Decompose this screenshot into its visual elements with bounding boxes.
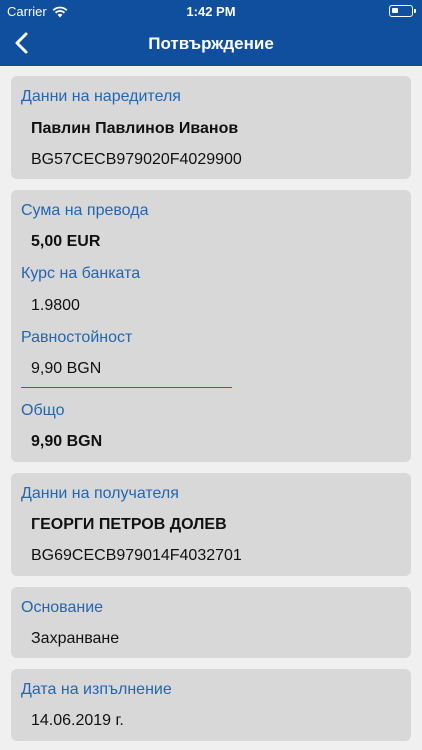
execution-date-label: Дата на изпълнение [21, 681, 172, 698]
rate-value: 1.9800 [31, 297, 80, 314]
reason-value: Захранване [31, 630, 120, 647]
execution-date-card: Дата на изпълнение 14.06.2019 г. [11, 669, 411, 741]
equivalent-label: Равностойност [21, 329, 133, 346]
recipient-iban: BG69CECB979014F4032701 [31, 547, 242, 564]
sender-card: Данни на наредителя Павлин Павлинов Иван… [11, 76, 411, 179]
amount-value: 5,00 EUR [31, 233, 101, 250]
rate-label: Курс на банката [21, 265, 141, 282]
total-label: Общо [21, 402, 65, 419]
execution-date-value: 14.06.2019 г. [31, 712, 124, 729]
battery-icon [389, 5, 416, 17]
reason-label: Основание [21, 599, 104, 616]
reason-card: Основание Захранване [11, 587, 411, 658]
transfer-card: Сума на превода 5,00 EUR Курс на банката… [11, 190, 411, 462]
recipient-name: ГЕОРГИ ПЕТРОВ ДОЛЕВ [31, 516, 227, 533]
divider-line [21, 387, 232, 388]
sender-label: Данни на наредителя [21, 88, 181, 105]
recipient-label: Данни на получателя [21, 485, 179, 502]
total-value: 9,90 BGN [31, 433, 103, 450]
status-time: 1:42 PM [186, 4, 236, 19]
status-bar: Carrier 1:42 PM [0, 0, 422, 22]
recipient-card: Данни на получателя ГЕОРГИ ПЕТРОВ ДОЛЕВ … [11, 473, 411, 576]
page-title: Потвърждение [148, 34, 274, 53]
app-header: Carrier 1:42 PM Потвърждение [0, 0, 422, 66]
navigation-bar: Потвърждение [0, 22, 422, 66]
amount-label: Сума на превода [21, 202, 149, 219]
equivalent-value: 9,90 BGN [31, 360, 102, 377]
sender-iban: BG57CECB979020F4029900 [31, 151, 242, 168]
sender-name: Павлин Павлинов Иванов [31, 120, 239, 137]
